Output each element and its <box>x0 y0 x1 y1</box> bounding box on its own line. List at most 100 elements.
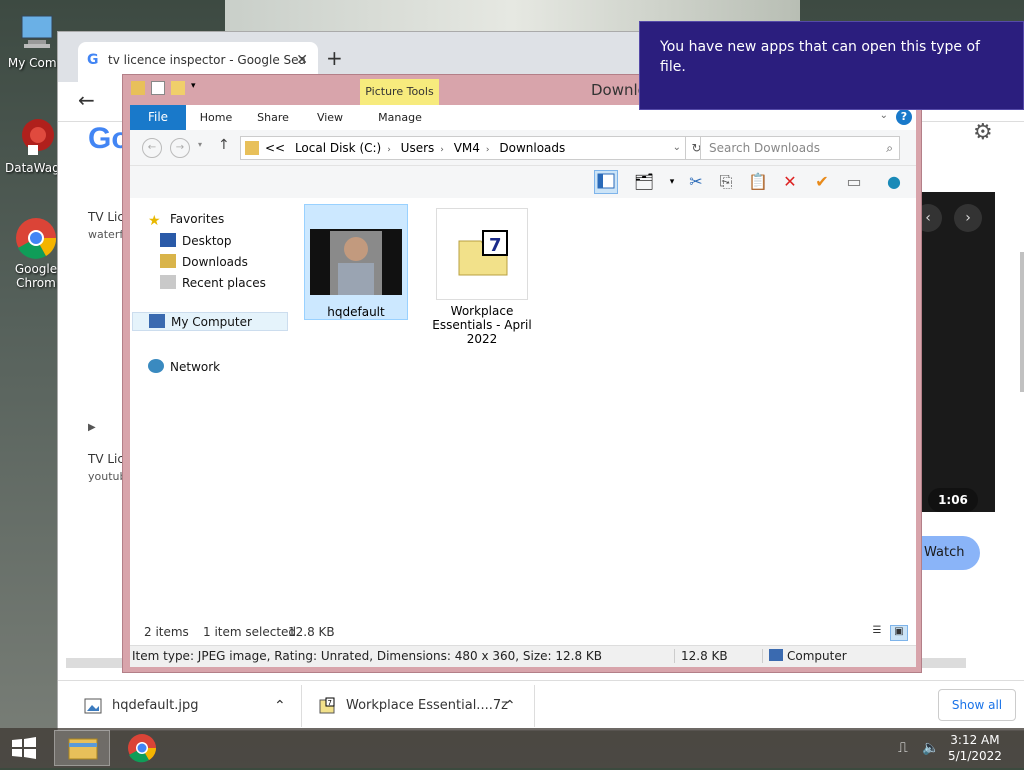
chevron-down-icon[interactable]: ▾ <box>191 81 205 95</box>
help-icon[interactable]: ? <box>896 109 912 125</box>
forward-arrow-icon[interactable]: → <box>170 138 190 158</box>
close-tab-icon[interactable]: ✕ <box>296 52 308 68</box>
video-thumbnail[interactable] <box>922 192 995 512</box>
item-size: 12.8 KB <box>674 649 728 663</box>
download-item-workplace[interactable]: 7 Workplace Essential....7z ⌃ <box>318 693 528 719</box>
command-toolbar: 🗂 ▾ ✂ ⎘ 📋 ✕ ✔ ▭ ● <box>130 166 916 198</box>
chevron-up-icon[interactable]: ⌃ <box>274 693 286 719</box>
folder-icon[interactable] <box>131 81 145 95</box>
nav-network[interactable]: Network <box>148 359 220 374</box>
notification-toast[interactable]: You have new apps that can open this typ… <box>639 21 1024 110</box>
properties-icon[interactable] <box>151 81 165 95</box>
address-bar[interactable]: << Local Disk (C:) › Users › VM4 › Download… <box>240 136 686 160</box>
new-folder-icon[interactable] <box>171 81 185 95</box>
folder-icon <box>245 141 259 155</box>
breadcrumb-downloads[interactable]: Downloads <box>499 141 565 155</box>
folder-options-icon[interactable]: 🗂 <box>632 170 656 194</box>
vertical-scrollbar[interactable] <box>1020 252 1024 392</box>
back-arrow-icon[interactable]: ← <box>78 88 95 112</box>
google-favicon-icon: G <box>87 52 99 68</box>
paste-icon[interactable]: 📋 <box>746 170 770 194</box>
chevron-down-icon[interactable]: ⌄ <box>673 137 681 159</box>
nav-downloads[interactable]: Downloads <box>160 254 248 269</box>
watch-button[interactable]: Watch <box>918 536 980 570</box>
chevron-up-icon[interactable]: ⌃ <box>504 693 516 719</box>
nav-my-computer[interactable]: My Computer <box>132 312 288 331</box>
computer-icon <box>769 649 783 661</box>
new-tab-button[interactable]: + <box>326 46 343 70</box>
chevron-down-icon[interactable]: ⌄ <box>880 110 888 121</box>
result-title[interactable]: TV Lic <box>88 210 124 224</box>
clock-time: 3:12 AM <box>950 733 1000 747</box>
details-view-icon[interactable]: ☰ <box>868 625 886 641</box>
show-all-button[interactable]: Show all <box>938 689 1016 721</box>
file-explorer-window: ▾ Picture Tools Downlo File Home Share V… <box>122 74 922 673</box>
divider <box>301 685 302 727</box>
taskbar-chrome[interactable] <box>114 730 170 766</box>
back-arrow-icon[interactable]: ← <box>142 138 162 158</box>
nav-recent-places[interactable]: Recent places <box>160 275 266 290</box>
item-details: Item type: JPEG image, Rating: Unrated, … <box>132 649 603 663</box>
details-bar: Item type: JPEG image, Rating: Unrated, … <box>130 645 916 667</box>
computer-icon <box>149 314 165 328</box>
volume-muted-icon[interactable]: 🔈 <box>922 740 939 756</box>
image-file-icon <box>84 697 102 715</box>
rename-icon[interactable]: ▭ <box>842 170 866 194</box>
up-arrow-icon[interactable]: ↑ <box>218 137 230 153</box>
address-row: ← → ▾ ↑ << Local Disk (C:) › Users › VM4 › … <box>130 130 916 166</box>
archive-file-icon: 7 <box>318 697 336 715</box>
quick-access-toolbar: ▾ <box>131 81 205 95</box>
system-clock[interactable]: 3:12 AM 5/1/2022 <box>948 732 1002 764</box>
tab-share[interactable]: Share <box>248 105 298 130</box>
archive-7z-icon: 7 <box>436 208 528 300</box>
computer-icon <box>14 10 58 54</box>
navigation-pane: ★ Favorites Desktop Downloads Recent plac… <box>130 198 290 643</box>
search-input[interactable]: Search Downloads ⌕ <box>700 136 900 160</box>
desktop-icon <box>160 233 176 247</box>
datawagon-icon <box>14 115 58 159</box>
chevron-right-icon[interactable]: › <box>954 204 982 232</box>
recent-places-icon <box>160 275 176 289</box>
location-label: Computer <box>762 649 847 663</box>
star-icon: ★ <box>148 213 161 229</box>
globe-icon[interactable]: ● <box>882 170 906 194</box>
checkmark-icon[interactable]: ✔ <box>810 170 834 194</box>
download-item-hqdefault[interactable]: hqdefault.jpg ⌃ <box>84 693 294 719</box>
taskbar-file-explorer[interactable] <box>54 730 110 766</box>
expand-arrow-icon[interactable]: ▶ <box>88 422 96 433</box>
breadcrumb-vm4[interactable]: VM4 <box>454 141 480 155</box>
nav-favorites[interactable]: ★ Favorites <box>148 212 224 229</box>
preview-pane-icon[interactable] <box>594 170 618 194</box>
video-duration: 1:06 <box>928 488 978 512</box>
chevron-down-icon[interactable]: ▾ <box>660 170 684 194</box>
file-item-hqdefault[interactable]: hqdefault <box>304 204 408 320</box>
picture-tools-tab[interactable]: Picture Tools <box>360 79 439 105</box>
tab-manage[interactable]: Manage <box>364 105 436 130</box>
selection-count: 1 item selected <box>203 625 297 639</box>
file-list: hqdefault 7 Workplace Essentials - April… <box>290 198 916 643</box>
breadcrumb-prefix[interactable]: << <box>265 141 285 155</box>
tab-file[interactable]: File <box>130 105 186 130</box>
file-item-workplace-essentials[interactable]: 7 Workplace Essentials - April 2022 <box>430 204 534 354</box>
result-title[interactable]: TV Lic <box>88 452 124 466</box>
recent-locations-icon[interactable]: ▾ <box>198 140 202 149</box>
settings-gear-icon[interactable]: ⚙ <box>973 120 993 145</box>
clock-date: 5/1/2022 <box>948 749 1002 763</box>
search-icon[interactable]: ⌕ <box>886 137 893 159</box>
large-icons-view-icon[interactable]: ▣ <box>890 625 908 641</box>
windows-start-icon[interactable] <box>10 736 38 760</box>
chevron-right-icon: › <box>440 145 444 155</box>
network-tray-icon[interactable]: ⎍ <box>898 740 908 756</box>
nav-desktop[interactable]: Desktop <box>160 233 232 248</box>
tab-home[interactable]: Home <box>192 105 240 130</box>
copy-icon[interactable]: ⎘ <box>714 170 738 194</box>
breadcrumb-users[interactable]: Users <box>401 141 435 155</box>
network-icon <box>148 359 164 373</box>
cut-icon[interactable]: ✂ <box>684 170 708 194</box>
chevron-right-icon: › <box>387 145 391 155</box>
delete-icon[interactable]: ✕ <box>778 170 802 194</box>
chrome-icon <box>14 216 58 260</box>
breadcrumb-local-disk[interactable]: Local Disk (C:) <box>295 141 381 155</box>
tab-view[interactable]: View <box>306 105 354 130</box>
taskbar: ⎍ 🔈 3:12 AM 5/1/2022 <box>0 728 1024 768</box>
